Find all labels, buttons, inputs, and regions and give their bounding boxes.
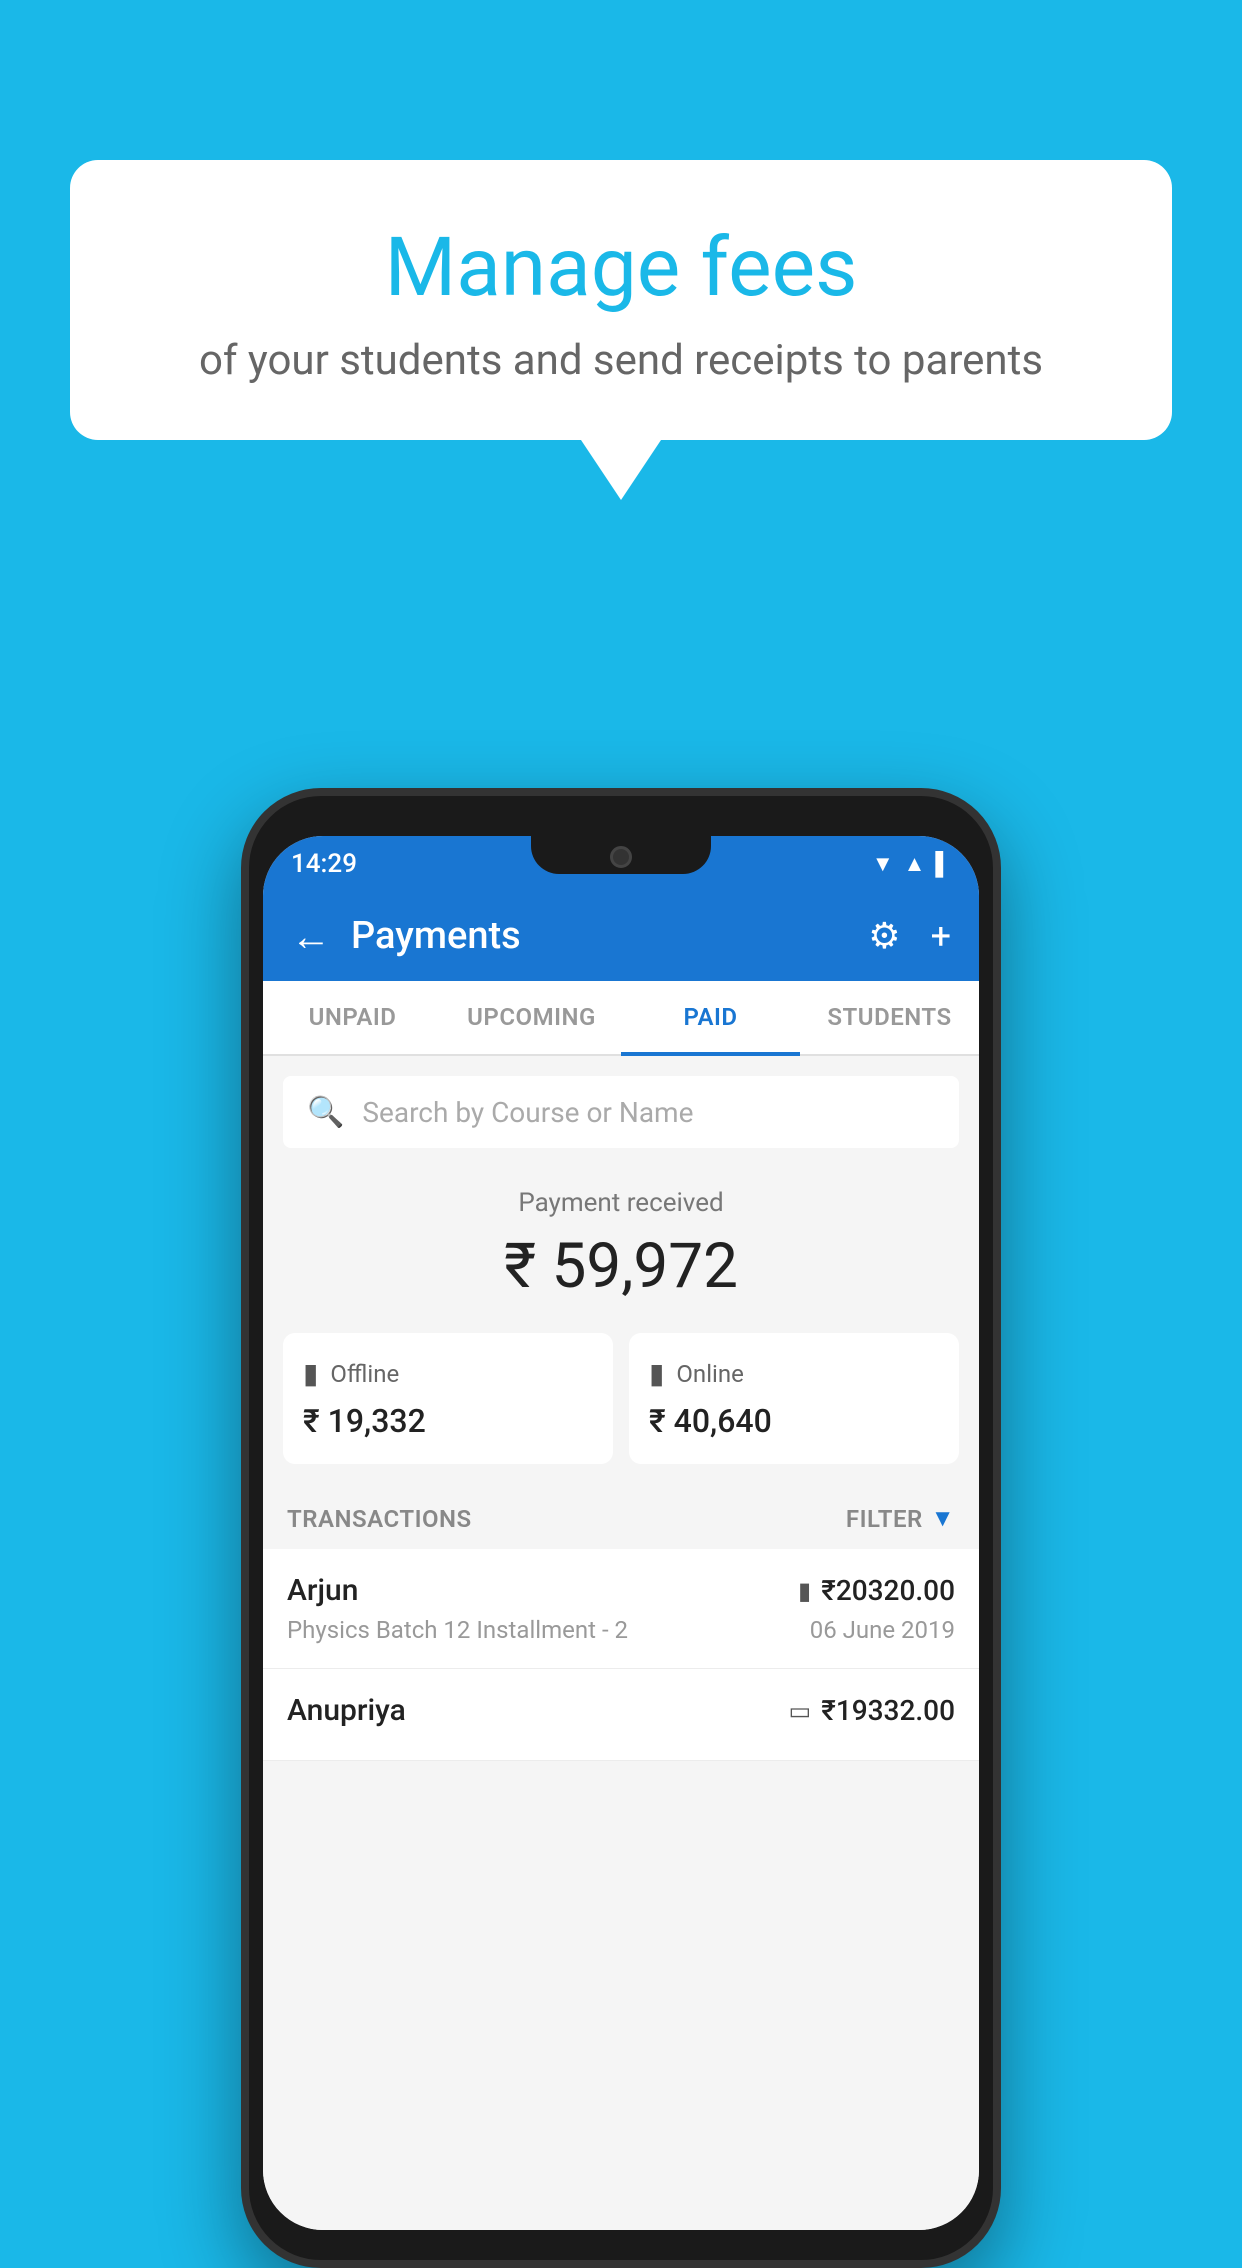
signal-icon: ▲ (904, 851, 926, 877)
offline-label: Offline (330, 1360, 399, 1388)
payment-received-section: Payment received ₹ 59,972 (263, 1148, 979, 1333)
payment-received-label: Payment received (283, 1188, 959, 1218)
search-icon: 🔍 (307, 1095, 344, 1130)
online-amount: ₹ 40,640 (649, 1402, 939, 1440)
volume-up-button (241, 996, 245, 1066)
phone-screen: 14:29 ▼ ▲ ▌ ← Payments ⚙ + UNPAID UPCOMI… (263, 836, 979, 2230)
speech-bubble-container: Manage fees of your students and send re… (70, 160, 1172, 500)
payment-cards: ▮ Offline ₹ 19,332 ▮ Online ₹ 40,640 (263, 1333, 979, 1488)
search-bar[interactable]: 🔍 Search by Course or Name (283, 1076, 959, 1148)
online-payment-icon: ▮ (798, 1577, 811, 1605)
status-time: 14:29 (291, 849, 357, 879)
online-card-header: ▮ Online (649, 1357, 939, 1390)
transaction-name: Anupriya (287, 1693, 406, 1728)
offline-card-header: ▮ Offline (303, 1357, 593, 1390)
filter-icon: ▼ (931, 1504, 955, 1533)
filter-label: FILTER (846, 1505, 923, 1533)
transaction-amount-wrap: ▮ ₹20320.00 (798, 1574, 955, 1607)
speech-bubble-arrow (581, 440, 661, 500)
transactions-label: TRANSACTIONS (287, 1505, 472, 1533)
page-title: Payments (351, 914, 868, 958)
settings-icon[interactable]: ⚙ (868, 915, 900, 957)
tabs-bar: UNPAID UPCOMING PAID STUDENTS (263, 981, 979, 1056)
search-placeholder: Search by Course or Name (362, 1096, 693, 1129)
payment-received-amount: ₹ 59,972 (283, 1230, 959, 1303)
phone-notch (531, 836, 711, 874)
transaction-amount: ₹20320.00 (821, 1574, 955, 1607)
battery-icon: ▌ (935, 851, 951, 877)
transaction-item[interactable]: Arjun ▮ ₹20320.00 Physics Batch 12 Insta… (263, 1549, 979, 1669)
status-icons: ▼ ▲ ▌ (872, 851, 951, 877)
transaction-row-top: Arjun ▮ ₹20320.00 (287, 1573, 955, 1608)
add-icon[interactable]: + (931, 915, 951, 957)
tab-unpaid[interactable]: UNPAID (263, 981, 442, 1056)
wifi-icon: ▼ (872, 851, 894, 877)
speech-bubble: Manage fees of your students and send re… (70, 160, 1172, 440)
offline-card: ▮ Offline ₹ 19,332 (283, 1333, 613, 1464)
online-card: ▮ Online ₹ 40,640 (629, 1333, 959, 1464)
transaction-item[interactable]: Anupriya ▭ ₹19332.00 (263, 1669, 979, 1761)
top-actions: ⚙ + (868, 915, 951, 957)
power-button (997, 1036, 1001, 1136)
top-bar: ← Payments ⚙ + (263, 891, 979, 981)
volume-down-button (241, 1086, 245, 1156)
transactions-header: TRANSACTIONS FILTER ▼ (263, 1488, 979, 1549)
transaction-course: Physics Batch 12 Installment - 2 (287, 1616, 628, 1644)
transaction-date: 06 June 2019 (810, 1616, 955, 1644)
offline-icon: ▮ (303, 1357, 318, 1390)
transaction-amount: ₹19332.00 (821, 1694, 955, 1727)
speech-bubble-subtitle: of your students and send receipts to pa… (130, 336, 1112, 385)
tab-upcoming[interactable]: UPCOMING (442, 981, 621, 1056)
tab-paid[interactable]: PAID (621, 981, 800, 1056)
transaction-amount-wrap: ▭ ₹19332.00 (789, 1694, 955, 1727)
transaction-row-bottom: Physics Batch 12 Installment - 2 06 June… (287, 1616, 955, 1644)
transaction-row-top: Anupriya ▭ ₹19332.00 (287, 1693, 955, 1728)
back-button[interactable]: ← (291, 913, 331, 960)
offline-amount: ₹ 19,332 (303, 1402, 593, 1440)
transaction-name: Arjun (287, 1573, 358, 1608)
screen-content: 🔍 Search by Course or Name Payment recei… (263, 1056, 979, 2230)
offline-payment-icon: ▭ (789, 1697, 812, 1725)
phone-device: 14:29 ▼ ▲ ▌ ← Payments ⚙ + UNPAID UPCOMI… (241, 788, 1001, 2268)
online-label: Online (676, 1360, 743, 1388)
tab-students[interactable]: STUDENTS (800, 981, 979, 1056)
online-icon: ▮ (649, 1357, 664, 1390)
phone-camera (610, 846, 632, 868)
filter-button[interactable]: FILTER ▼ (846, 1504, 955, 1533)
speech-bubble-title: Manage fees (130, 220, 1112, 316)
